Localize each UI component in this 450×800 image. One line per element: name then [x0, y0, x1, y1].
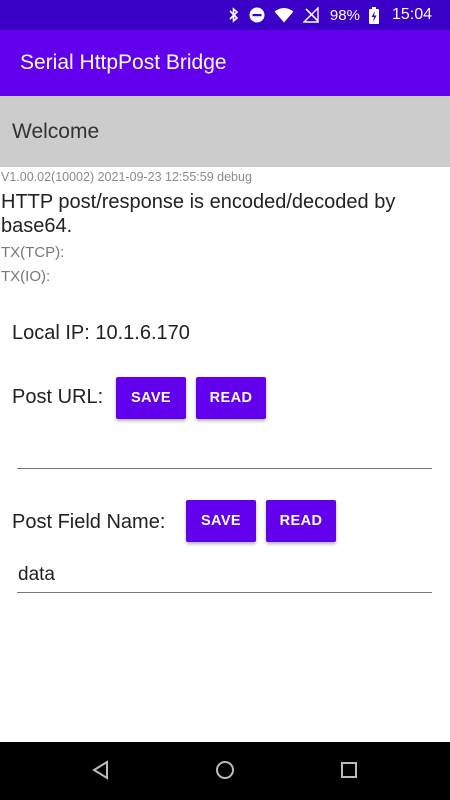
welcome-text: Welcome	[12, 119, 100, 143]
info-description: HTTP post/response is encoded/decoded by…	[1, 191, 396, 237]
tx-io-label: TX(IO):	[1, 268, 51, 285]
post-field-save-button[interactable]: SAVE	[186, 500, 256, 542]
post-url-label: Post URL:	[12, 386, 104, 408]
post-field-read-button[interactable]: READ	[266, 500, 336, 542]
do-not-disturb-icon	[249, 7, 265, 23]
clock: 15:04	[391, 6, 432, 23]
recents-icon[interactable]	[339, 760, 359, 785]
post-url-input[interactable]	[17, 433, 432, 469]
tx-tcp-label: TX(TCP):	[1, 244, 65, 261]
app-bar: Serial HttpPost Bridge	[0, 30, 450, 96]
home-icon[interactable]	[215, 760, 235, 785]
no-signal-icon	[302, 7, 319, 23]
navigation-bar	[0, 742, 450, 800]
battery-percentage: 98%	[329, 6, 360, 24]
app-title: Serial HttpPost Bridge	[20, 51, 227, 74]
welcome-banner: Welcome	[0, 96, 450, 167]
wifi-icon	[274, 7, 294, 23]
status-bar: 98% 15:04	[0, 0, 450, 30]
battery-charging-icon	[368, 6, 379, 24]
back-icon[interactable]	[91, 760, 111, 785]
local-ip-text: Local IP: 10.1.6.170	[12, 322, 190, 344]
post-url-read-button[interactable]: READ	[196, 377, 266, 419]
post-field-name-input[interactable]: data	[17, 557, 432, 593]
bluetooth-icon	[228, 7, 240, 23]
version-text: V1.00.02(10002) 2021-09-23 12:55:59 debu…	[1, 170, 252, 184]
post-field-name-label: Post Field Name:	[12, 511, 166, 533]
post-url-save-button[interactable]: SAVE	[116, 377, 186, 419]
